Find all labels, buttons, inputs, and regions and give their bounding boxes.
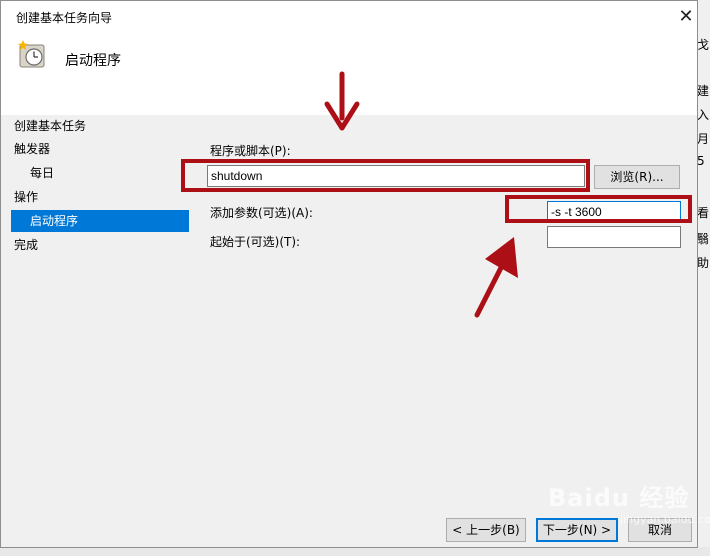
annotation-arrow-down	[324, 71, 360, 131]
watermark-logo: Baidu 经验	[548, 484, 690, 512]
watermark-url: jingyan.baidu.com	[620, 513, 710, 526]
annotation-arrow-diagonal	[474, 237, 518, 318]
annotation-arrows	[324, 71, 518, 318]
